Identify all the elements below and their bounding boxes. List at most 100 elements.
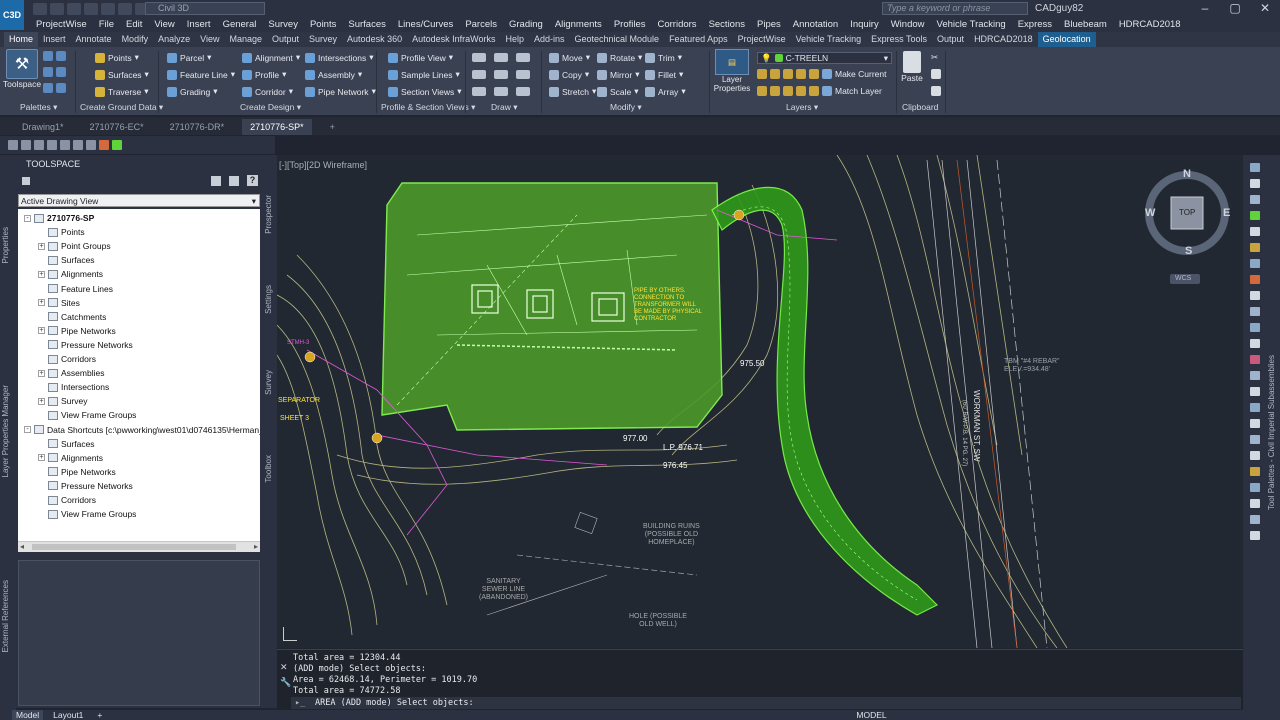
palette-tool-icon[interactable] xyxy=(1250,291,1260,300)
draw-tool-icon[interactable] xyxy=(494,70,508,79)
profile-section-button[interactable]: Profile View ▾ xyxy=(388,52,453,63)
palette-icons-3[interactable] xyxy=(43,83,66,93)
tree-node[interactable]: - Data Shortcuts [c:\pwworking\west01\d07… xyxy=(24,425,260,435)
menu-item[interactable]: Inquiry xyxy=(844,19,885,30)
design-button[interactable]: Intersections ▾ xyxy=(305,52,373,63)
document-tab[interactable]: 2710776-DR* xyxy=(162,119,233,135)
profile-section-button[interactable]: Section Views ▾ xyxy=(388,86,462,97)
create-ground-button[interactable]: Traverse ▾ xyxy=(95,86,149,97)
palette-tool-icon[interactable] xyxy=(1250,259,1260,268)
ribbon-tab[interactable]: Output xyxy=(932,32,969,47)
toolspace-view-icon[interactable] xyxy=(229,176,239,186)
menu-item[interactable]: Parcels xyxy=(459,19,503,30)
menu-item[interactable]: Edit xyxy=(120,19,148,30)
palette-tool-icon[interactable] xyxy=(1250,419,1260,428)
drawing-canvas[interactable]: [-][Top][2D Wireframe] N S E W TOP WCS P… xyxy=(277,155,1243,648)
modify-button[interactable]: Mirror ▾ xyxy=(597,69,639,80)
modify-button[interactable]: Fillet ▾ xyxy=(645,69,683,80)
palette-tool-icon[interactable] xyxy=(1250,403,1260,412)
tool-icon[interactable] xyxy=(99,140,109,150)
ribbon-tab[interactable]: Survey xyxy=(304,32,342,47)
palette-tool-icon[interactable] xyxy=(1250,355,1260,364)
palette-tool-icon[interactable] xyxy=(1250,163,1260,172)
profile-section-button[interactable]: Sample Lines ▾ xyxy=(388,69,460,80)
palette-tool-icon[interactable] xyxy=(1250,531,1260,540)
menu-item[interactable]: HDRCAD2018 xyxy=(1113,19,1187,30)
menu-item[interactable]: Pipes xyxy=(751,19,787,30)
palette-tool-icon[interactable] xyxy=(1250,371,1260,380)
layers-panel-title[interactable]: Layers ▾ xyxy=(786,102,818,113)
draw-tool-icon[interactable] xyxy=(494,53,508,62)
palette-tool-icon[interactable] xyxy=(1250,323,1260,332)
new-icon[interactable] xyxy=(33,3,47,15)
menu-item[interactable]: Profiles xyxy=(608,19,652,30)
ribbon-tab[interactable]: Geolocation xyxy=(1037,32,1096,47)
document-tab[interactable]: Drawing1* xyxy=(14,119,72,135)
copy-clip-icon[interactable] xyxy=(931,69,941,79)
palette-icons-2[interactable] xyxy=(43,67,66,77)
app-logo[interactable]: C3D xyxy=(0,0,24,30)
undo-icon[interactable] xyxy=(118,3,132,15)
modify-button[interactable]: Move ▾ xyxy=(549,52,590,63)
layer-tools-row1[interactable] xyxy=(757,69,819,79)
prospector-tab[interactable]: Prospector xyxy=(264,195,278,234)
modify-panel-title[interactable]: Modify ▾ xyxy=(610,102,642,113)
draw-tool-icon[interactable] xyxy=(516,87,530,96)
ribbon-tab[interactable]: Add-ins xyxy=(529,32,570,47)
expand-toggle-icon[interactable]: - xyxy=(24,214,31,222)
workspace-select[interactable]: Civil 3D xyxy=(145,2,265,15)
palette-tool-icon[interactable] xyxy=(1250,499,1260,508)
ribbon-tab[interactable]: Analyze xyxy=(153,32,195,47)
search-input[interactable]: Type a keyword or phrase xyxy=(882,2,1028,15)
tree-node[interactable]: - 2710776-SP xyxy=(24,213,94,223)
cut-icon[interactable]: ✂ xyxy=(931,52,938,63)
document-tab[interactable]: 2710776-SP* xyxy=(242,119,312,135)
draw-tool-icon[interactable] xyxy=(472,87,486,96)
copy-base-icon[interactable] xyxy=(931,86,941,96)
layer-properties-manager-tab[interactable]: Layer Properties Manager xyxy=(1,385,15,478)
tree-node[interactable]: Pressure Networks xyxy=(38,340,133,350)
menu-item[interactable]: View xyxy=(148,19,180,30)
menu-item[interactable]: Grading xyxy=(503,19,549,30)
modify-button[interactable]: Array ▾ xyxy=(645,86,686,97)
survey-tab[interactable]: Survey xyxy=(264,370,278,395)
ribbon-tab[interactable]: Manage xyxy=(224,32,267,47)
ribbon-tab[interactable]: Insert xyxy=(38,32,71,47)
design-button[interactable]: Feature Line ▾ xyxy=(167,69,235,80)
palette-tool-icon[interactable] xyxy=(1250,451,1260,460)
palette-tool-icon[interactable] xyxy=(1250,387,1260,396)
expand-toggle-icon[interactable]: + xyxy=(38,242,45,250)
menu-item[interactable]: Corridors xyxy=(652,19,703,30)
tree-node[interactable]: + Survey xyxy=(38,396,87,406)
tool-palettes-tab[interactable]: Tool Palettes - Civil Imperial Subassemb… xyxy=(1267,355,1280,510)
draw-tool-icon[interactable] xyxy=(494,87,508,96)
palette-tool-icon[interactable] xyxy=(1250,467,1260,476)
tool-icon[interactable] xyxy=(34,140,44,150)
tree-node[interactable]: Pressure Networks xyxy=(38,481,133,491)
palette-icons[interactable] xyxy=(43,51,66,61)
design-button[interactable]: Assembly ▾ xyxy=(305,69,362,80)
draw-tool-icon[interactable] xyxy=(472,70,486,79)
layer-properties-button[interactable]: ▤ Layer Properties xyxy=(712,49,752,93)
minimize-icon[interactable]: – xyxy=(1190,0,1220,17)
tree-node[interactable]: Corridors xyxy=(38,495,96,505)
modify-button[interactable]: Copy ▾ xyxy=(549,69,589,80)
expand-toggle-icon[interactable]: + xyxy=(38,327,45,335)
expand-toggle-icon[interactable]: + xyxy=(38,299,45,307)
expand-toggle-icon[interactable]: + xyxy=(38,454,45,462)
tree-node[interactable]: + Sites xyxy=(38,298,80,308)
toolspace-button[interactable]: ⚒ Toolspace xyxy=(3,49,41,89)
design-button[interactable]: Pipe Network ▾ xyxy=(305,86,376,97)
modify-button[interactable]: Rotate ▾ xyxy=(597,52,642,63)
profile-section-panel-title[interactable]: Profile & Section Views ▾ xyxy=(381,102,475,113)
scroll-thumb[interactable] xyxy=(32,544,236,550)
create-ground-button[interactable]: Surfaces ▾ xyxy=(95,69,149,80)
tree-node[interactable]: Pipe Networks xyxy=(38,467,116,477)
menu-item[interactable]: General xyxy=(217,19,263,30)
ribbon-tab[interactable]: Autodesk 360 xyxy=(342,32,407,47)
layer-select[interactable]: 💡 C-TREELN ▾ xyxy=(757,52,892,64)
palette-tool-icon[interactable] xyxy=(1250,243,1260,252)
toolbox-tab[interactable]: Toolbox xyxy=(264,455,278,483)
ribbon-tab[interactable]: Geotechnical Module xyxy=(570,32,665,47)
tree-node[interactable]: + Alignments xyxy=(38,453,103,463)
